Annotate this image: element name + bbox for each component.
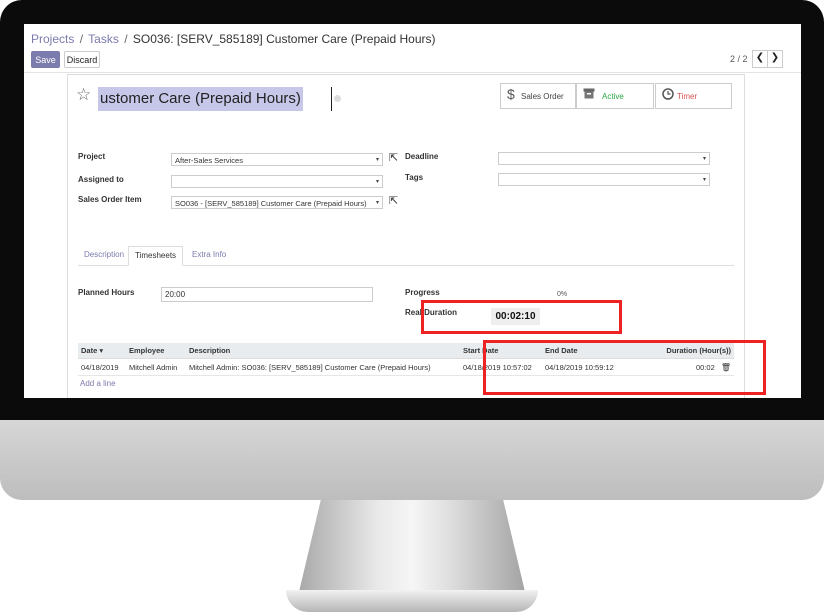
breadcrumb-current: SO036: [SERV_585189] Customer Care (Prep… bbox=[132, 32, 436, 46]
breadcrumb-separator: / bbox=[79, 32, 84, 46]
pager-previous-button[interactable]: ❮ bbox=[752, 50, 768, 68]
tab-timesheets[interactable]: Timesheets bbox=[128, 246, 184, 266]
notebook-tabs: Description Timesheets Extra Info bbox=[78, 243, 734, 266]
control-panel: Projects / Tasks / SO036: [SERV_585189] … bbox=[24, 24, 801, 73]
real-duration-label: Real Duration bbox=[405, 308, 458, 317]
deadline-input[interactable]: ▾ bbox=[498, 152, 710, 165]
pager-value: 2 / 2 bbox=[730, 54, 748, 64]
discard-button[interactable]: Discard bbox=[64, 51, 100, 68]
priority-dot-icon[interactable] bbox=[334, 95, 341, 102]
deadline-label: Deadline bbox=[405, 152, 439, 161]
form-sheet: ☆ ustomer Care (Prepaid Hours) $ Sales O… bbox=[67, 74, 766, 398]
project-select[interactable]: After-Sales Services ▾ bbox=[171, 153, 383, 166]
add-a-line-link[interactable]: Add a line bbox=[80, 379, 116, 388]
column-header-employee[interactable]: Employee bbox=[126, 343, 186, 359]
row-date: 04/18/2019 bbox=[78, 358, 126, 376]
tab-extra-info[interactable]: Extra Info bbox=[186, 246, 232, 264]
sales-order-item-value: SO036 - [SERV_585189] Customer Care (Pre… bbox=[175, 199, 367, 208]
chevron-down-icon: ▾ bbox=[375, 157, 379, 163]
row-duration: 00:02 bbox=[695, 362, 715, 372]
progress-label: Progress bbox=[405, 288, 440, 297]
breadcrumb: Projects / Tasks / SO036: [SERV_585189] … bbox=[31, 32, 436, 46]
trash-icon[interactable]: 🗑 bbox=[721, 363, 731, 372]
archive-icon bbox=[583, 88, 595, 101]
row-end-date: 04/18/2019 10:59:12 bbox=[542, 358, 632, 376]
table-header-row: Date ▾ Employee Description Start Date E… bbox=[78, 343, 734, 359]
chevron-down-icon: ▾ bbox=[702, 156, 706, 162]
planned-hours-input[interactable]: 20:00 bbox=[161, 287, 373, 302]
sales-order-item-label: Sales Order Item bbox=[78, 195, 142, 204]
real-duration-value: 00:02:10 bbox=[491, 308, 540, 325]
chevron-down-icon: ▾ bbox=[375, 200, 379, 206]
tags-label: Tags bbox=[405, 173, 424, 182]
star-icon[interactable]: ☆ bbox=[76, 85, 91, 105]
monitor-stand bbox=[298, 500, 526, 596]
timesheet-table: Date ▾ Employee Description Start Date E… bbox=[78, 343, 734, 376]
external-link-icon[interactable]: ⇱ bbox=[389, 194, 398, 207]
screen: Projects / Tasks / SO036: [SERV_585189] … bbox=[24, 24, 801, 398]
row-employee: Mitchell Admin bbox=[126, 358, 186, 376]
assigned-to-label: Assigned to bbox=[78, 175, 124, 184]
clock-icon bbox=[662, 88, 674, 102]
chevron-down-icon: ▾ bbox=[702, 177, 706, 183]
task-title-input[interactable]: ustomer Care (Prepaid Hours) bbox=[98, 87, 303, 111]
project-value: After-Sales Services bbox=[175, 156, 243, 165]
column-header-date[interactable]: Date ▾ bbox=[78, 343, 126, 359]
progress-value: 0% bbox=[557, 291, 568, 298]
monitor-stand-base bbox=[286, 590, 538, 612]
active-label: Active bbox=[602, 92, 624, 101]
save-button[interactable]: Save bbox=[31, 51, 60, 68]
assigned-to-select[interactable]: ▾ bbox=[171, 175, 383, 188]
row-start-date: 04/18/2019 10:57:02 bbox=[460, 358, 542, 376]
table-row[interactable]: 04/18/2019 Mitchell Admin Mitchell Admin… bbox=[78, 358, 734, 376]
planned-hours-label: Planned Hours bbox=[78, 288, 135, 297]
dollar-icon: $ bbox=[507, 86, 515, 102]
tab-description[interactable]: Description bbox=[78, 246, 130, 264]
external-link-icon[interactable]: ⇱ bbox=[389, 151, 398, 164]
sales-order-item-select[interactable]: SO036 - [SERV_585189] Customer Care (Pre… bbox=[171, 196, 383, 209]
breadcrumb-separator: / bbox=[124, 32, 128, 46]
project-label: Project bbox=[78, 152, 106, 161]
text-cursor bbox=[331, 87, 332, 111]
tags-select[interactable]: ▾ bbox=[498, 173, 710, 186]
sales-order-smart-button[interactable]: $ Sales Order bbox=[500, 83, 576, 109]
breadcrumb-projects[interactable]: Projects bbox=[31, 32, 74, 46]
column-header-start-date[interactable]: Start Date bbox=[460, 343, 542, 359]
column-header-duration[interactable]: Duration (Hour(s)) bbox=[632, 343, 734, 359]
breadcrumb-tasks[interactable]: Tasks bbox=[88, 32, 119, 46]
timer-smart-button[interactable]: Timer bbox=[655, 83, 732, 109]
active-smart-button[interactable]: Active bbox=[576, 83, 654, 109]
pager-next-button[interactable]: ❯ bbox=[767, 50, 783, 68]
row-description: Mitchell Admin: SO036: [SERV_585189] Cus… bbox=[186, 358, 460, 376]
row-duration-cell: 00:02 🗑 bbox=[632, 358, 734, 376]
column-header-description[interactable]: Description bbox=[186, 343, 460, 359]
chevron-down-icon: ▾ bbox=[375, 179, 379, 185]
column-header-end-date[interactable]: End Date bbox=[542, 343, 632, 359]
monitor-chin bbox=[0, 420, 824, 500]
timer-label: Timer bbox=[677, 92, 698, 101]
sales-order-label: Sales Order bbox=[521, 92, 564, 101]
